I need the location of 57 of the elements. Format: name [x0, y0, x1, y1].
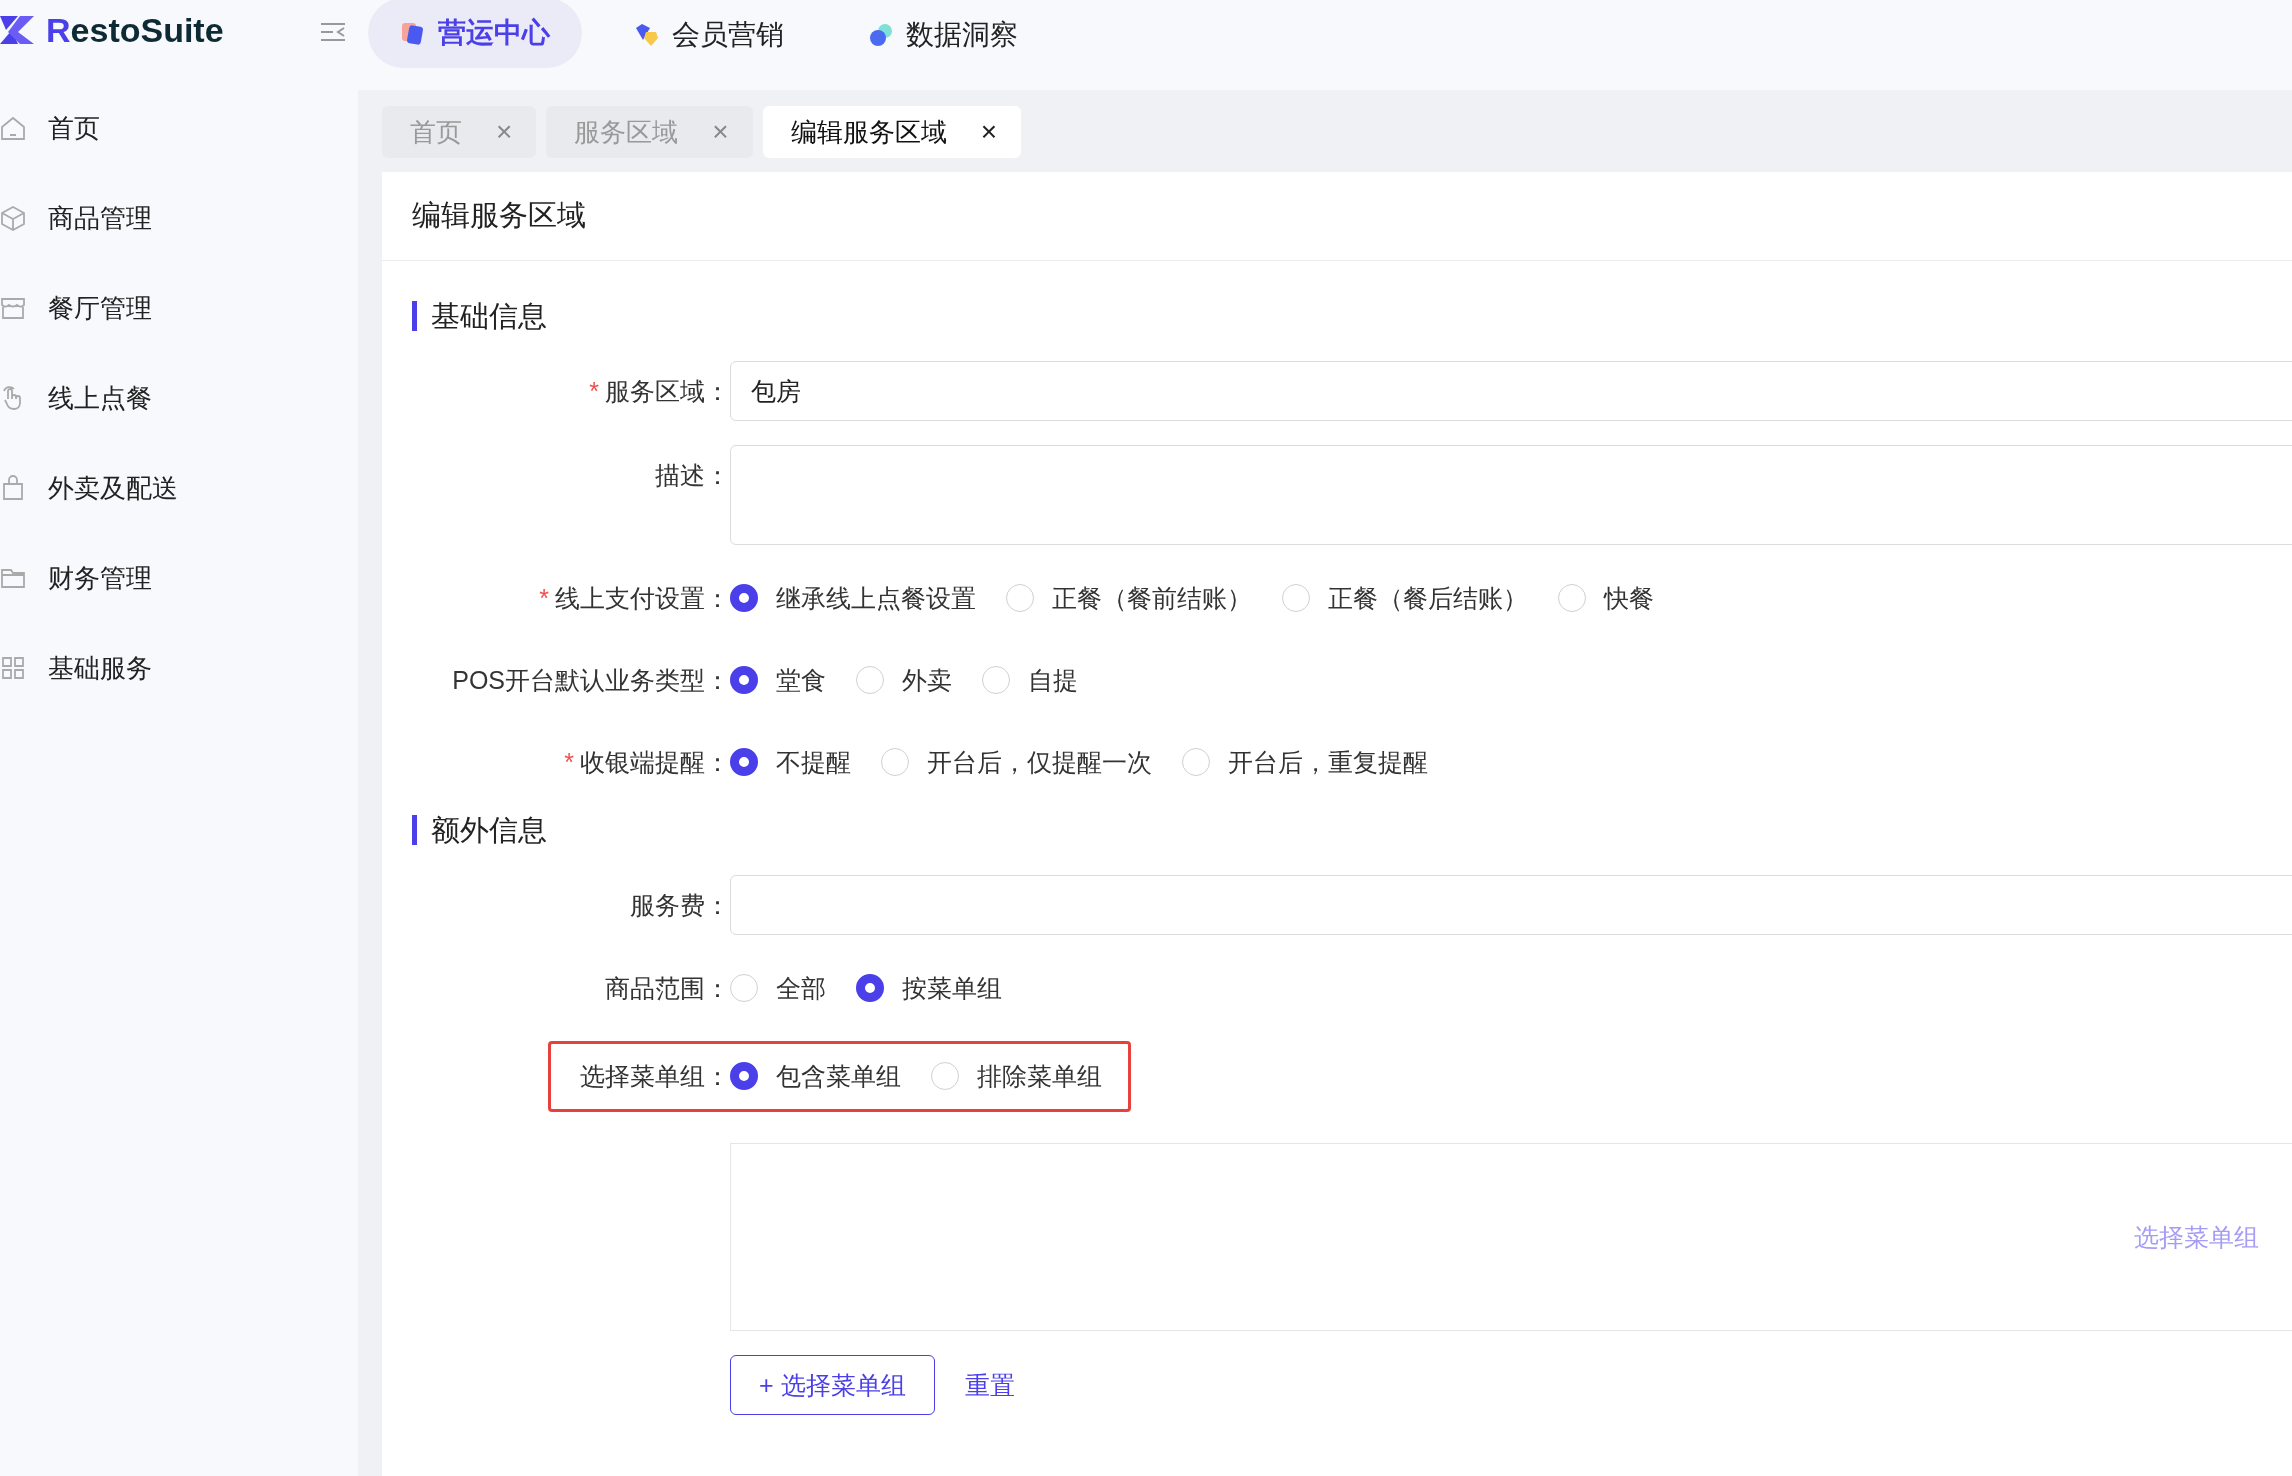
sidebar-item[interactable]: 首页 [0, 83, 358, 173]
radio-option[interactable]: 不提醒 [730, 745, 851, 779]
bag-icon [0, 475, 26, 501]
radio-option[interactable]: 继承线上点餐设置 [730, 581, 976, 615]
section-title: 额外信息 [412, 815, 2292, 845]
cube-icon [0, 205, 26, 231]
radio-option[interactable]: 开台后，重复提醒 [1182, 745, 1428, 779]
section-title: 基础信息 [412, 301, 2292, 331]
sidebar-item[interactable]: 线上点餐 [0, 353, 358, 443]
radio-option[interactable]: 全部 [730, 971, 826, 1005]
select-menu-group-button[interactable]: + 选择菜单组 [730, 1355, 935, 1415]
field-label: 描述： [654, 460, 730, 491]
radio-option[interactable]: 包含菜单组 [730, 1059, 901, 1093]
close-icon[interactable]: × [980, 116, 998, 148]
radio-option[interactable]: 外卖 [856, 663, 952, 697]
logo-text: RestoSuite [46, 10, 224, 50]
radio-option[interactable]: 排除菜单组 [931, 1059, 1102, 1093]
radio-option[interactable]: 正餐（餐前结账） [1006, 581, 1252, 615]
field-label: * 收银端提醒： [563, 746, 730, 778]
radio-option[interactable]: 正餐（餐后结账） [1282, 581, 1528, 615]
sidebar-item[interactable]: 财务管理 [0, 533, 358, 623]
store-icon [0, 295, 26, 321]
top-nav-tab[interactable]: 数据洞察 [836, 0, 1050, 70]
top-nav-tab[interactable]: 营运中心 [368, 0, 582, 68]
field-label: POS开台默认业务类型： [451, 664, 730, 696]
radio-option[interactable]: 开台后，仅提醒一次 [881, 745, 1152, 779]
grid-icon [0, 655, 26, 681]
field-label: 选择菜单组： [579, 1060, 730, 1092]
sidebar-item[interactable]: 外卖及配送 [0, 443, 358, 533]
field-label: 商品范围： [604, 972, 730, 1004]
text-input[interactable]: 包房 [730, 361, 2292, 421]
field-label: 服务费： [629, 889, 730, 921]
home-icon [0, 115, 26, 141]
circles-icon [868, 22, 894, 48]
field-label: * 服务区域： [588, 375, 730, 407]
radio-option[interactable]: 按菜单组 [856, 971, 1002, 1005]
radio-option[interactable]: 堂食 [730, 663, 826, 697]
text-input[interactable] [730, 875, 2292, 935]
collapse-menu-icon[interactable] [320, 22, 346, 42]
radio-button[interactable] [730, 748, 758, 776]
radio-button[interactable] [730, 584, 758, 612]
radio-button[interactable] [730, 1062, 758, 1090]
radio-button[interactable] [856, 974, 884, 1002]
card-title: 编辑服务区域 [382, 172, 2292, 261]
top-nav-tab[interactable]: 会员营销 [602, 0, 816, 70]
sidebar-item[interactable]: 基础服务 [0, 623, 358, 713]
cards-icon [400, 20, 426, 46]
radio-option[interactable]: 快餐 [1558, 581, 1654, 615]
radio-option[interactable]: 自提 [982, 663, 1078, 697]
sidebar-item[interactable]: 餐厅管理 [0, 263, 358, 353]
field-label: * 线上支付设置： [538, 582, 730, 614]
text-area[interactable] [730, 445, 2292, 545]
sidebar-item[interactable]: 商品管理 [0, 173, 358, 263]
shapes-icon [634, 22, 660, 48]
page-tab[interactable]: 编辑服务区域 × [762, 106, 1022, 158]
reset-link[interactable]: 重置 [964, 1368, 1015, 1402]
radio-button[interactable] [730, 666, 758, 694]
